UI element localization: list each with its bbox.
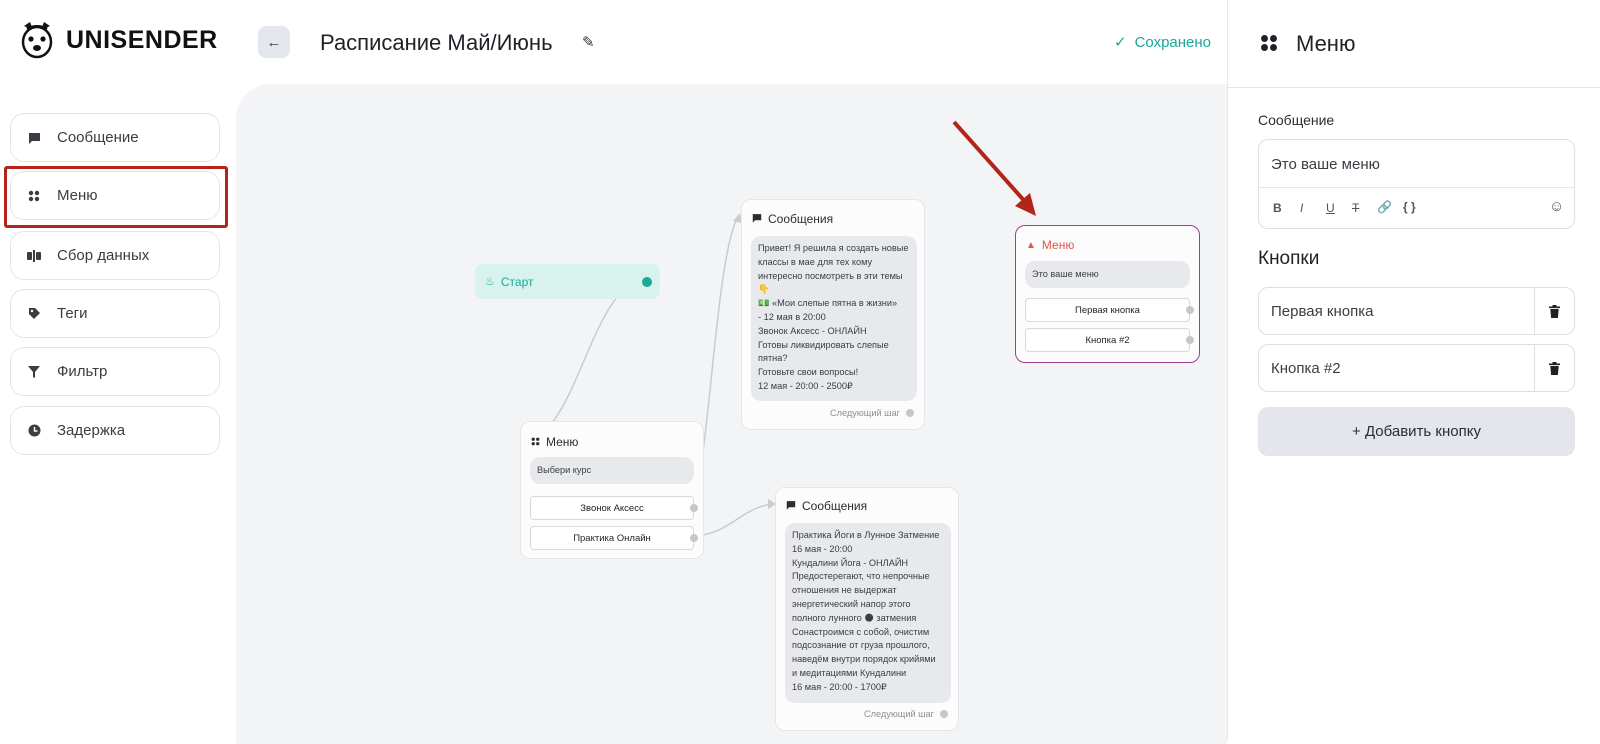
strikethrough-button[interactable]: T <box>1352 201 1359 215</box>
menu-prompt: Выбери курс <box>530 457 694 484</box>
message-body: Привет! Я решила я создать новые классы … <box>751 236 917 401</box>
buttons-section-title: Кнопки <box>1258 248 1320 269</box>
start-label: Старт <box>500 274 534 289</box>
warning-icon: ▲ <box>1026 239 1036 251</box>
bold-button[interactable]: B <box>1273 201 1282 215</box>
menu-button-first[interactable]: Первая кнопка <box>1025 298 1190 322</box>
message-line: - 12 мая в 20:00 <box>758 311 826 322</box>
panel-header <box>1227 0 1600 88</box>
chat-icon <box>786 499 796 513</box>
button-output-dot[interactable] <box>1186 336 1194 344</box>
start-output-dot[interactable] <box>642 277 652 287</box>
menu-button-call-access[interactable]: Звонок Аксесс <box>530 496 694 520</box>
message-line: классы в мае для тех кому <box>758 256 873 267</box>
message-line: 💵 «Мои слепые пятна в жизни» <box>758 298 898 309</box>
button-output-dot[interactable] <box>690 534 698 542</box>
message-line: полного лунного 🌑 затмения <box>792 612 917 623</box>
button-row-1[interactable]: Первая кнопка <box>1258 287 1575 335</box>
message-line: 16 мая - 20:00 - 1700₽ <box>792 681 887 692</box>
message-line: Кундалини Йога - ОНЛАЙН <box>792 557 909 568</box>
node-title-text: Меню <box>1041 238 1075 252</box>
delete-button[interactable] <box>1534 288 1574 334</box>
link-icon[interactable]: 🔗 <box>1377 200 1392 214</box>
menu-node-course[interactable]: Меню Выбери курс Звонок Аксесс Практика … <box>520 421 704 559</box>
grid-icon <box>531 435 540 449</box>
message-input[interactable]: Это ваше меню <box>1271 156 1380 173</box>
flame-icon: ♨ <box>485 276 495 288</box>
message-line: пятна? <box>758 353 788 364</box>
variable-button[interactable]: { } <box>1403 200 1416 214</box>
connector-lines <box>521 120 1036 537</box>
next-step[interactable]: Следующий шаг <box>864 709 948 719</box>
message-line: и медитациями Кундалини <box>792 667 907 678</box>
delete-button[interactable] <box>1534 345 1574 391</box>
trash-icon <box>1549 361 1560 375</box>
message-line: отношения не выдержат <box>792 585 897 596</box>
node-title-text: Меню <box>546 435 579 449</box>
next-step-dot[interactable] <box>906 409 914 417</box>
italic-button[interactable]: I <box>1300 201 1303 215</box>
menu-button-practice-online[interactable]: Практика Онлайн <box>530 526 694 550</box>
message-line: Предостерегают, что непрочные <box>792 571 930 582</box>
message-body: Практика Йоги в Лунное Затмение 16 мая -… <box>785 523 951 703</box>
message-line: 👇 <box>758 284 770 295</box>
button-row-2[interactable]: Кнопка #2 <box>1258 344 1575 392</box>
node-title: Сообщения <box>752 212 833 226</box>
next-step-dot[interactable] <box>940 710 948 718</box>
menu-text: Это ваше меню <box>1025 261 1190 288</box>
message-node-1[interactable]: Сообщения Привет! Я решила я создать нов… <box>741 199 925 430</box>
message-line: наведём внутри порядок крийями <box>792 654 936 665</box>
editor-divider <box>1259 187 1574 188</box>
message-line: энергетический напор этого <box>792 598 911 609</box>
panel-title: Меню <box>1296 31 1356 56</box>
node-title-text: Сообщения <box>768 212 834 226</box>
node-title: Сообщения <box>786 499 867 513</box>
menu-node-selected[interactable]: ▲ Меню Это ваше меню Первая кнопка Кнопк… <box>1015 225 1200 363</box>
button-name-input[interactable]: Первая кнопка <box>1259 288 1534 334</box>
emoji-icon[interactable]: ☺ <box>1549 198 1564 215</box>
message-line: подсознание от груза прошлого, <box>792 640 930 651</box>
chat-icon <box>752 212 762 226</box>
message-node-2[interactable]: Сообщения Практика Йоги в Лунное Затмени… <box>775 487 959 731</box>
menu-button-second[interactable]: Кнопка #2 <box>1025 328 1190 352</box>
start-node[interactable]: ♨ Старт <box>475 264 660 299</box>
message-line: интересно посмотреть в эти темы <box>758 270 903 281</box>
message-line: Звонок Аксесс - ОНЛАЙН <box>758 325 867 336</box>
next-step-label: Следующий шаг <box>830 408 900 418</box>
button-output-dot[interactable] <box>1186 306 1194 314</box>
next-step-label: Следующий шаг <box>864 709 934 719</box>
message-field-label: Сообщение <box>1258 112 1335 128</box>
message-line: 12 мая - 20:00 - 2500₽ <box>758 380 853 391</box>
message-line: 16 мая - 20:00 <box>792 543 853 554</box>
button-output-dot[interactable] <box>690 504 698 512</box>
message-line: Привет! Я решила я создать новые <box>758 243 909 253</box>
node-title: ▲ Меню <box>1026 238 1074 252</box>
underline-button[interactable]: U <box>1326 201 1335 215</box>
trash-icon <box>1549 304 1560 318</box>
node-title: Меню <box>531 435 578 449</box>
message-editor[interactable]: Это ваше меню B I U T 🔗 { } ☺ <box>1258 139 1575 229</box>
next-step[interactable]: Следующий шаг <box>830 408 914 418</box>
message-line: Сонастроимся с собой, очистим <box>792 626 930 637</box>
message-line: Готовы ликвидировать слепые <box>758 339 889 350</box>
grid-icon <box>1260 34 1278 57</box>
node-title-text: Сообщения <box>802 499 868 513</box>
add-button-button[interactable]: + Добавить кнопку <box>1258 407 1575 456</box>
button-name-input[interactable]: Кнопка #2 <box>1259 345 1534 391</box>
message-line: Готовьте свои вопросы! <box>758 367 859 378</box>
message-line: Практика Йоги в Лунное Затмение <box>792 530 940 540</box>
